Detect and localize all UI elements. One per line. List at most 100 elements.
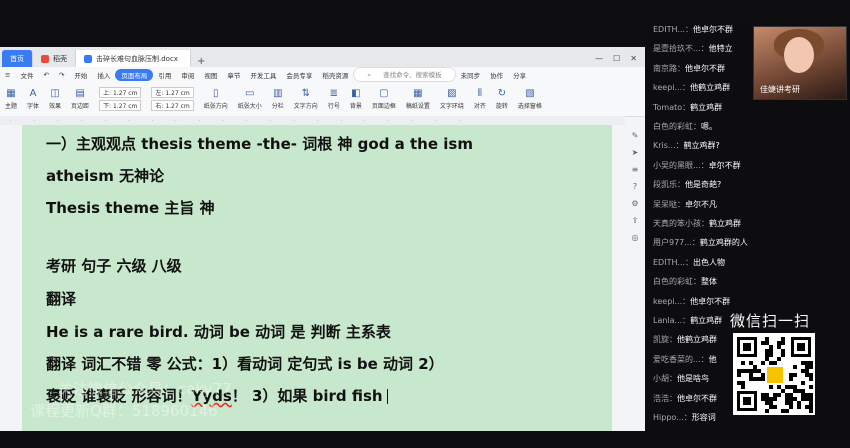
streamer-caption: 佳婕讲考研 — [760, 85, 800, 94]
search-icon: ⌕ — [367, 71, 374, 79]
ribbon-background[interactable]: ◧ 背景 — [345, 88, 367, 110]
qr-module — [785, 409, 789, 413]
menu-insert[interactable]: 插入 — [92, 70, 115, 80]
align-icon: ⫴ — [477, 88, 482, 99]
ribbon-orientation[interactable]: ▯ 纸张方向 — [199, 88, 233, 110]
ribbon-margins-label: 页边距 — [71, 103, 90, 110]
sync-status[interactable]: 未同步 — [456, 70, 486, 80]
qr-module — [761, 361, 765, 365]
wechat-qr-code — [733, 333, 815, 415]
doc-line-8-rest: ！ 3）如果 bird fish — [231, 387, 383, 405]
menu-file[interactable]: 文件 — [15, 70, 38, 80]
new-tab-button[interactable]: + — [191, 56, 211, 67]
right-side-toolbar: ✎ ➤ ≡ ? ⚙ ⇪ ◎ — [625, 125, 645, 431]
ribbon-margins[interactable]: ▤ 页边距 — [66, 88, 94, 110]
minimize-icon[interactable]: — — [595, 54, 603, 63]
chat-username: 天真的笨小孩： — [653, 219, 709, 228]
chat-message: 凯旋：他鹤立鸡群 — [653, 334, 717, 345]
line-numbers-icon: ≣ — [329, 88, 339, 99]
effect-icon: ◫ — [50, 88, 60, 99]
background-icon: ◧ — [351, 88, 361, 99]
doc-line-5: 翻译 — [46, 290, 77, 308]
ribbon-columns[interactable]: ▥ 分栏 — [267, 88, 289, 110]
horizontal-ruler[interactable]: · · · · · · · · · · · · · · · · · · · · — [0, 116, 625, 125]
chat-text: 整体 — [701, 277, 717, 287]
bottom-black-bar — [0, 431, 645, 448]
menu-bar: ≡ 文件 ↶ ↷ 开始 插入 页面布局 引用 审阅 视图 章节 开发工具 会员专… — [0, 67, 645, 82]
undo-icon[interactable]: ↶ — [38, 71, 53, 79]
orientation-icon: ▯ — [213, 88, 219, 99]
pen-icon[interactable]: ✎ — [632, 131, 639, 140]
ribbon-line-numbers[interactable]: ≣ 行号 — [323, 88, 345, 110]
chat-message: keepi...：他鹤立鸡群 — [653, 82, 730, 93]
qr-module — [793, 373, 797, 377]
chat-text: 鹤立鸡群? — [683, 141, 720, 151]
share-button[interactable]: 分享 — [508, 70, 531, 80]
tab-document[interactable]: 击碎长难句血脉压制.docx — [76, 50, 191, 67]
menu-page-layout[interactable]: 页面布局 — [115, 68, 154, 81]
doc-icon — [84, 54, 92, 63]
ribbon-align[interactable]: ⫴ 对齐 — [469, 88, 491, 110]
export-icon[interactable]: ⇪ — [632, 216, 639, 225]
ribbon-align-label: 对齐 — [473, 103, 486, 110]
hamburger-icon[interactable]: ≡ — [0, 71, 15, 79]
ribbon-selection-pane[interactable]: ▧ 选择窗格 — [513, 88, 547, 110]
paper-size-icon: ▭ — [245, 88, 255, 99]
ribbon-effect[interactable]: ◫ 效果 — [44, 88, 66, 110]
pointer-icon[interactable]: ➤ — [632, 148, 639, 157]
qr-module — [809, 377, 813, 381]
tab-home[interactable]: 首页 — [2, 50, 33, 67]
settings-icon[interactable]: ⚙ — [631, 199, 638, 208]
streamer-video: 佳婕讲考研 — [753, 26, 847, 100]
text-cursor — [386, 389, 388, 404]
chat-message: 白色的彩虹：整体 — [653, 276, 717, 287]
redo-icon[interactable]: ↷ — [54, 71, 69, 79]
margin-top-input[interactable]: 上: 1.27 cm — [99, 87, 142, 98]
margin-left-input[interactable]: 左: 1.27 cm — [151, 87, 194, 98]
chat-text: 鹤立鸡群 — [709, 219, 741, 228]
chat-text: 他 — [708, 354, 717, 364]
menu-member[interactable]: 会员专享 — [281, 70, 317, 80]
chat-username: keepi...： — [653, 83, 691, 93]
menu-start[interactable]: 开始 — [69, 70, 92, 80]
ribbon-text-direction[interactable]: ⇅ 文字方向 — [289, 88, 323, 110]
help-icon[interactable]: ? — [633, 182, 637, 191]
qr-module — [809, 365, 813, 369]
menu-devtools[interactable]: 开发工具 — [245, 70, 281, 80]
ribbon-font[interactable]: A 字体 — [22, 88, 44, 110]
ribbon-manuscript[interactable]: ▦ 稿纸设置 — [401, 88, 435, 110]
command-search-input[interactable]: ⌕ 查找命令、搜索模板 — [353, 67, 456, 82]
daoke-icon — [41, 54, 49, 63]
ribbon-rotate[interactable]: ↻ 旋转 — [491, 88, 513, 110]
qr-module — [737, 373, 741, 377]
watermark-wechat: 关注微信公众号：caky77 — [58, 380, 232, 398]
streamer-face — [784, 37, 814, 73]
qr-module — [777, 393, 781, 397]
tab-daoke[interactable]: 稻壳 — [33, 50, 76, 67]
chat-message: 白色的彩虹：嗯。 — [653, 121, 717, 132]
chat-message: 爱吃香菜的...：他 — [653, 354, 717, 365]
wechat-scan-label: 微信扫一扫 — [730, 312, 811, 330]
close-icon[interactable]: ✕ — [630, 54, 637, 63]
ribbon-wrap[interactable]: ▨ 文字环绕 — [435, 88, 469, 110]
menu-view[interactable]: 视图 — [199, 70, 222, 80]
translate-icon[interactable]: ◎ — [632, 233, 639, 242]
ribbon-paper-size[interactable]: ▭ 纸张大小 — [233, 88, 267, 110]
menu-review[interactable]: 审阅 — [176, 70, 199, 80]
ribbon-page-border[interactable]: ▢ 页面边框 — [367, 88, 401, 110]
ribbon-manuscript-label: 稿纸设置 — [405, 103, 430, 110]
margin-bottom-input[interactable]: 下: 1.27 cm — [99, 100, 142, 111]
sliders-icon[interactable]: ≡ — [632, 165, 639, 174]
collab-button[interactable]: 协作 — [485, 70, 508, 80]
maximize-icon[interactable]: ☐ — [613, 54, 620, 63]
menu-daoke-resource[interactable]: 稻壳资源 — [317, 70, 353, 80]
search-placeholder: 查找命令、搜索模板 — [383, 71, 442, 79]
chat-text: 他卓尔不群 — [677, 393, 717, 403]
ribbon-theme[interactable]: ▦ 主题 — [0, 88, 22, 110]
chat-username: 南京路： — [653, 63, 685, 73]
ribbon-line-numbers-label: 行号 — [327, 103, 340, 110]
margin-right-input[interactable]: 右: 1.27 cm — [151, 100, 194, 111]
menu-chapter[interactable]: 章节 — [222, 70, 245, 80]
menu-reference[interactable]: 引用 — [153, 70, 176, 80]
chat-message: 浩浩：他卓尔不群 — [653, 393, 717, 404]
